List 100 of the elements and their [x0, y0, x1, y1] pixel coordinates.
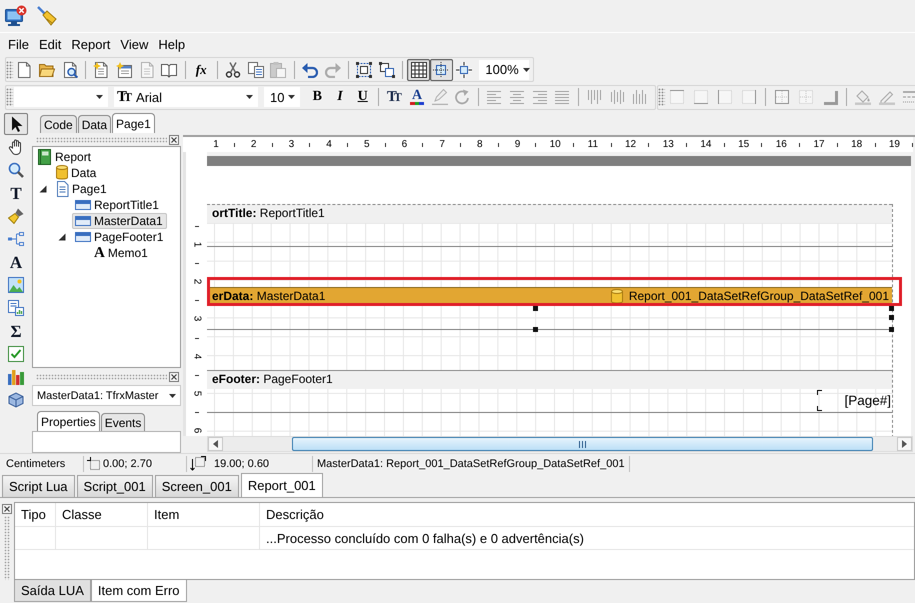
band-icon: [75, 229, 91, 245]
panel-grip[interactable]: [36, 136, 167, 142]
designer-tab[interactable]: Data: [78, 115, 112, 133]
inspector-tab[interactable]: Properties: [37, 411, 100, 431]
caret-icon: [522, 68, 530, 72]
band-body[interactable]: [207, 306, 892, 330]
left-triangle-icon: [213, 440, 218, 448]
menu-item[interactable]: Edit: [34, 36, 66, 53]
ruler-number: 6: [191, 428, 202, 434]
menu-item[interactable]: Help: [153, 36, 190, 53]
column-header[interactable]: Item: [148, 503, 260, 526]
zoom-field[interactable]: 100%: [479, 60, 530, 80]
toolbar-grip[interactable]: [658, 88, 665, 106]
tree-item[interactable]: Report: [34, 149, 96, 165]
selection-handle[interactable]: [533, 306, 538, 311]
band-body[interactable]: [Page#]: [207, 389, 892, 413]
inspector-tab[interactable]: Events: [100, 413, 146, 431]
horizontal-scrollbar[interactable]: [207, 436, 913, 452]
toolbar-grip[interactable]: [6, 88, 13, 106]
toolbar-button[interactable]: I: [328, 86, 352, 108]
tool-button[interactable]: [4, 113, 28, 135]
toggle-button[interactable]: [407, 58, 430, 80]
grip-icon: [579, 440, 586, 448]
caret-icon: [246, 95, 253, 99]
scrollbar-thumb[interactable]: [292, 437, 873, 451]
toolbar-button[interactable]: A: [406, 86, 428, 108]
frame-left-icon: [716, 89, 733, 105]
page-icon: [138, 62, 155, 78]
ruler-number: 1: [191, 242, 202, 248]
close-icon[interactable]: [169, 134, 179, 144]
band-title: erData: MasterData1: [212, 290, 326, 302]
document-tab[interactable]: Script_001: [76, 475, 153, 497]
scroll-right-button[interactable]: [897, 437, 912, 451]
ruler-number: 16: [776, 139, 787, 150]
align-center-icon: [508, 89, 525, 105]
column-header[interactable]: Descrição: [260, 503, 914, 526]
ruler-number: 5: [191, 390, 202, 396]
monitor-icon[interactable]: [5, 5, 27, 27]
toolbar-button[interactable]: U: [351, 86, 374, 108]
close-icon[interactable]: [2, 504, 12, 514]
tool-button[interactable]: Σ: [4, 320, 28, 342]
book-icon: [161, 62, 178, 78]
expander-icon[interactable]: [58, 233, 66, 241]
expander-icon[interactable]: [39, 185, 47, 193]
picture-icon: [8, 277, 24, 293]
frame-none-icon: [798, 89, 814, 105]
paint-bucket-icon: [854, 89, 871, 105]
undo-icon: [302, 62, 318, 78]
frame-bottom-icon: [692, 89, 709, 105]
selection-handle[interactable]: [533, 327, 538, 332]
font-field[interactable]: TT Arial: [114, 87, 258, 107]
toolbar-grip[interactable]: [6, 60, 13, 78]
column-header[interactable]: Classe: [56, 503, 148, 526]
copy-icon: [248, 62, 264, 78]
ruler-number: 9: [514, 139, 520, 150]
tool-button[interactable]: A: [4, 251, 28, 273]
right-triangle-icon: [902, 440, 907, 448]
clipboard-icon: [270, 62, 286, 78]
scroll-left-button[interactable]: [208, 437, 223, 451]
document-tab[interactable]: Report_001: [240, 473, 323, 497]
panel-grip[interactable]: [36, 374, 167, 380]
ruler-number: 14: [700, 139, 712, 150]
toggle-button[interactable]: [430, 58, 453, 80]
ruler-number: 18: [851, 139, 862, 150]
menu-item[interactable]: File: [3, 36, 34, 53]
close-icon[interactable]: [169, 372, 179, 382]
output-tab[interactable]: Item com Erro: [90, 580, 186, 602]
tree-item[interactable]: PageFooter1: [72, 229, 168, 245]
tool-button[interactable]: T: [4, 182, 28, 204]
align-left-icon: [486, 89, 502, 105]
ruler-number: 3: [288, 139, 294, 150]
font-size-field[interactable]: 10: [264, 87, 300, 107]
document-tab[interactable]: Screen_001: [154, 475, 239, 497]
panel-grip[interactable]: [4, 516, 10, 580]
tree-item[interactable]: MasterData1: [72, 213, 167, 229]
brush-icon[interactable]: [37, 6, 57, 26]
band-header[interactable]: eFooter: PageFooter1: [207, 370, 892, 389]
designer-tab[interactable]: Page1: [112, 113, 155, 133]
tree-item[interactable]: Page1: [53, 181, 111, 197]
bar-chart-icon: [8, 369, 24, 385]
band-header[interactable]: ortTitle: ReportTitle1: [207, 204, 892, 223]
tree-item[interactable]: Data: [53, 165, 100, 181]
selection-handle[interactable]: [889, 327, 894, 332]
color-bar-icon: [410, 102, 424, 104]
object-selector[interactable]: MasterData1: TfrxMaster: [32, 385, 181, 406]
ruler-number: 3: [191, 316, 202, 322]
toolbar-button[interactable]: fx: [190, 58, 212, 80]
toolbar-button[interactable]: TT: [383, 86, 406, 108]
tree-item[interactable]: ReportTitle1: [72, 197, 163, 213]
tree-item[interactable]: A Memo1: [91, 245, 152, 261]
output-tab[interactable]: Saída LUA: [14, 580, 91, 602]
document-chart-icon: [8, 300, 24, 316]
menu-item[interactable]: Report: [66, 36, 116, 53]
column-header[interactable]: Tipo: [15, 503, 56, 526]
ruler-number: 4: [191, 353, 202, 359]
designer-tab[interactable]: Code: [40, 115, 77, 133]
menu-item[interactable]: View: [115, 36, 154, 53]
style-field[interactable]: [14, 87, 108, 107]
document-tab[interactable]: Script Lua: [2, 475, 75, 497]
toolbar-button[interactable]: B: [306, 86, 329, 108]
